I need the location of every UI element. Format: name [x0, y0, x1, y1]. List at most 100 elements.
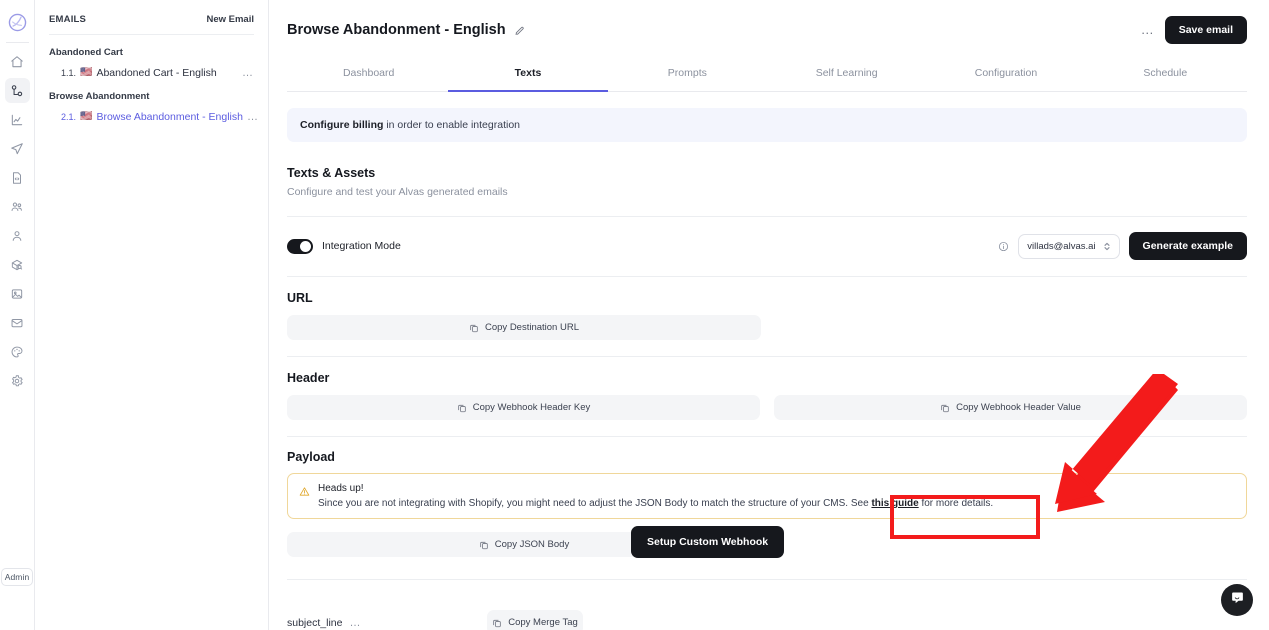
- warning-text-before: Since you are not integrating with Shopi…: [318, 498, 872, 509]
- copy-merge-tag-label: Copy Merge Tag: [508, 617, 578, 628]
- pencil-edit-icon[interactable]: [514, 25, 525, 36]
- url-section-title: URL: [287, 291, 313, 305]
- home-icon[interactable]: [5, 49, 30, 74]
- copy-icon: [479, 540, 489, 550]
- warning-text-after: for more details.: [918, 498, 994, 509]
- admin-badge[interactable]: Admin: [0, 568, 34, 586]
- integration-mode-actions: villads@alvas.ai Generate example: [998, 232, 1247, 260]
- copy-icon: [940, 403, 950, 413]
- users-group-icon[interactable]: [5, 194, 30, 219]
- copy-icon: [457, 403, 467, 413]
- flag-us-icon: 🇺🇸: [80, 111, 93, 122]
- page-title-row: Browse Abandonment - English … Save emai…: [287, 16, 1247, 44]
- tab-self-learning[interactable]: Self Learning: [767, 58, 926, 92]
- tab-dashboard[interactable]: Dashboard: [289, 58, 448, 92]
- gear-settings-icon[interactable]: [5, 368, 30, 393]
- integration-mode-label: Integration Mode: [322, 240, 401, 252]
- icon-rail: Admin: [0, 0, 35, 630]
- emails-panel-header: EMAILS New Email: [49, 10, 254, 35]
- copy-webhook-header-value-button[interactable]: Copy Webhook Header Value: [774, 395, 1247, 420]
- email-list-item-browse-abandonment-english[interactable]: 2.1. 🇺🇸 Browse Abandonment - English …: [49, 111, 258, 123]
- payload-section-title: Payload: [287, 450, 335, 464]
- email-group-label: Browse Abandonment: [49, 91, 150, 102]
- payload-warning-text: Heads up! Since you are not integrating …: [318, 483, 993, 509]
- merge-tag-row: subject_line … Copy Merge Tag: [287, 610, 1247, 630]
- merge-tag-menu-icon[interactable]: …: [349, 617, 361, 628]
- chevron-updown-icon: [1103, 241, 1111, 252]
- payload-warning-heading: Heads up!: [318, 483, 364, 494]
- integration-mode-toggle[interactable]: [287, 238, 313, 254]
- divider: [287, 356, 1247, 357]
- send-paper-plane-icon[interactable]: [5, 136, 30, 161]
- alvas-logo-icon[interactable]: [5, 10, 29, 34]
- payload-actions: Copy JSON Body Setup Custom Webhook: [287, 526, 1247, 558]
- new-email-button[interactable]: New Email: [206, 14, 254, 25]
- test-email-select[interactable]: villads@alvas.ai: [1018, 233, 1120, 259]
- email-item-number: 1.1.: [61, 68, 77, 78]
- email-item-menu-icon[interactable]: …: [247, 112, 259, 123]
- box-search-icon[interactable]: [5, 252, 30, 277]
- image-icon[interactable]: [5, 281, 30, 306]
- header-section-title: Header: [287, 371, 330, 385]
- setup-custom-webhook-button[interactable]: Setup Custom Webhook: [631, 526, 785, 558]
- page-title: Browse Abandonment - English: [287, 22, 506, 38]
- header-copy-buttons: Copy Webhook Header Key Copy Webhook Hea…: [287, 395, 1247, 420]
- copy-json-body-label: Copy JSON Body: [494, 539, 570, 550]
- email-group-label: Abandoned Cart: [49, 47, 123, 58]
- generate-example-button[interactable]: Generate example: [1128, 232, 1247, 260]
- chat-widget-button[interactable]: [1221, 584, 1253, 616]
- tab-prompts[interactable]: Prompts: [608, 58, 767, 92]
- copy-destination-url-wrapper: Copy Destination URL: [287, 315, 761, 340]
- tab-configuration[interactable]: Configuration: [926, 58, 1085, 92]
- copy-merge-tag-button[interactable]: Copy Merge Tag: [487, 610, 583, 630]
- copy-webhook-header-value-label: Copy Webhook Header Value: [956, 402, 1081, 413]
- page-more-menu-icon[interactable]: …: [1141, 23, 1155, 36]
- payload-section: Payload Heads up! Since you are not inte…: [287, 450, 1247, 558]
- mail-icon[interactable]: [5, 310, 30, 335]
- payload-warning-body: Since you are not integrating with Shopi…: [318, 498, 993, 509]
- divider: [287, 579, 1247, 580]
- copy-destination-url-button[interactable]: Copy Destination URL: [287, 315, 761, 340]
- section-title: Texts & Assets: [287, 166, 376, 180]
- save-email-button[interactable]: Save email: [1164, 16, 1247, 44]
- tab-texts[interactable]: Texts: [448, 58, 608, 92]
- code-file-icon[interactable]: [5, 165, 30, 190]
- app-root: Admin EMAILS New Email Abandoned Cart 1.…: [0, 0, 1269, 630]
- copy-webhook-header-key-label: Copy Webhook Header Key: [472, 402, 591, 413]
- user-person-icon[interactable]: [5, 223, 30, 248]
- banner-link-text[interactable]: Configure billing: [300, 119, 383, 131]
- integration-mode-row: Integration Mode villads@alvas.ai Genera…: [287, 217, 1247, 276]
- page-actions: … Save email: [1141, 16, 1247, 44]
- email-list-item-abandoned-cart-english[interactable]: 1.1. 🇺🇸 Abandoned Cart - English …: [49, 67, 254, 79]
- configure-billing-banner[interactable]: Configure billing in order to enable int…: [287, 108, 1247, 142]
- copy-icon: [492, 618, 502, 628]
- copy-webhook-header-key-button[interactable]: Copy Webhook Header Key: [287, 395, 760, 420]
- this-guide-link[interactable]: this guide: [871, 498, 918, 509]
- workflow-nodes-icon[interactable]: [4, 78, 30, 103]
- tab-bar: Dashboard Texts Prompts Self Learning Co…: [287, 58, 1247, 92]
- flag-us-icon: 🇺🇸: [80, 67, 93, 78]
- palette-icon[interactable]: [5, 339, 30, 364]
- main-content: Browse Abandonment - English … Save emai…: [269, 0, 1269, 630]
- section-subtitle: Configure and test your Alvas generated …: [287, 186, 508, 198]
- banner-rest-text: in order to enable integration: [383, 119, 520, 131]
- copy-icon: [469, 323, 479, 333]
- chat-bubble-icon: [1230, 590, 1245, 610]
- warning-triangle-icon: [299, 484, 310, 502]
- header-section: Header Copy Webhook Header Key Copy Webh…: [287, 371, 1247, 420]
- email-group-abandoned-cart: Abandoned Cart 1.1. 🇺🇸 Abandoned Cart - …: [49, 47, 254, 79]
- email-item-number: 2.1.: [61, 112, 77, 122]
- email-item-menu-icon[interactable]: …: [242, 68, 254, 79]
- texts-assets-content: Configure billing in order to enable int…: [269, 92, 1269, 630]
- info-circle-icon[interactable]: [998, 241, 1009, 252]
- page-topbar: Browse Abandonment - English … Save emai…: [269, 0, 1269, 92]
- tab-schedule[interactable]: Schedule: [1086, 58, 1245, 92]
- copy-merge-tag-wrapper: Copy Merge Tag: [487, 610, 583, 630]
- merge-tag-key-label: subject_line: [287, 616, 343, 629]
- email-item-label: Abandoned Cart - English: [96, 67, 217, 79]
- toggle-knob: [300, 240, 311, 252]
- divider: [287, 436, 1247, 437]
- payload-warning-box: Heads up! Since you are not integrating …: [287, 473, 1247, 519]
- analytics-chart-icon[interactable]: [5, 107, 30, 132]
- emails-panel: EMAILS New Email Abandoned Cart 1.1. 🇺🇸 …: [35, 0, 269, 630]
